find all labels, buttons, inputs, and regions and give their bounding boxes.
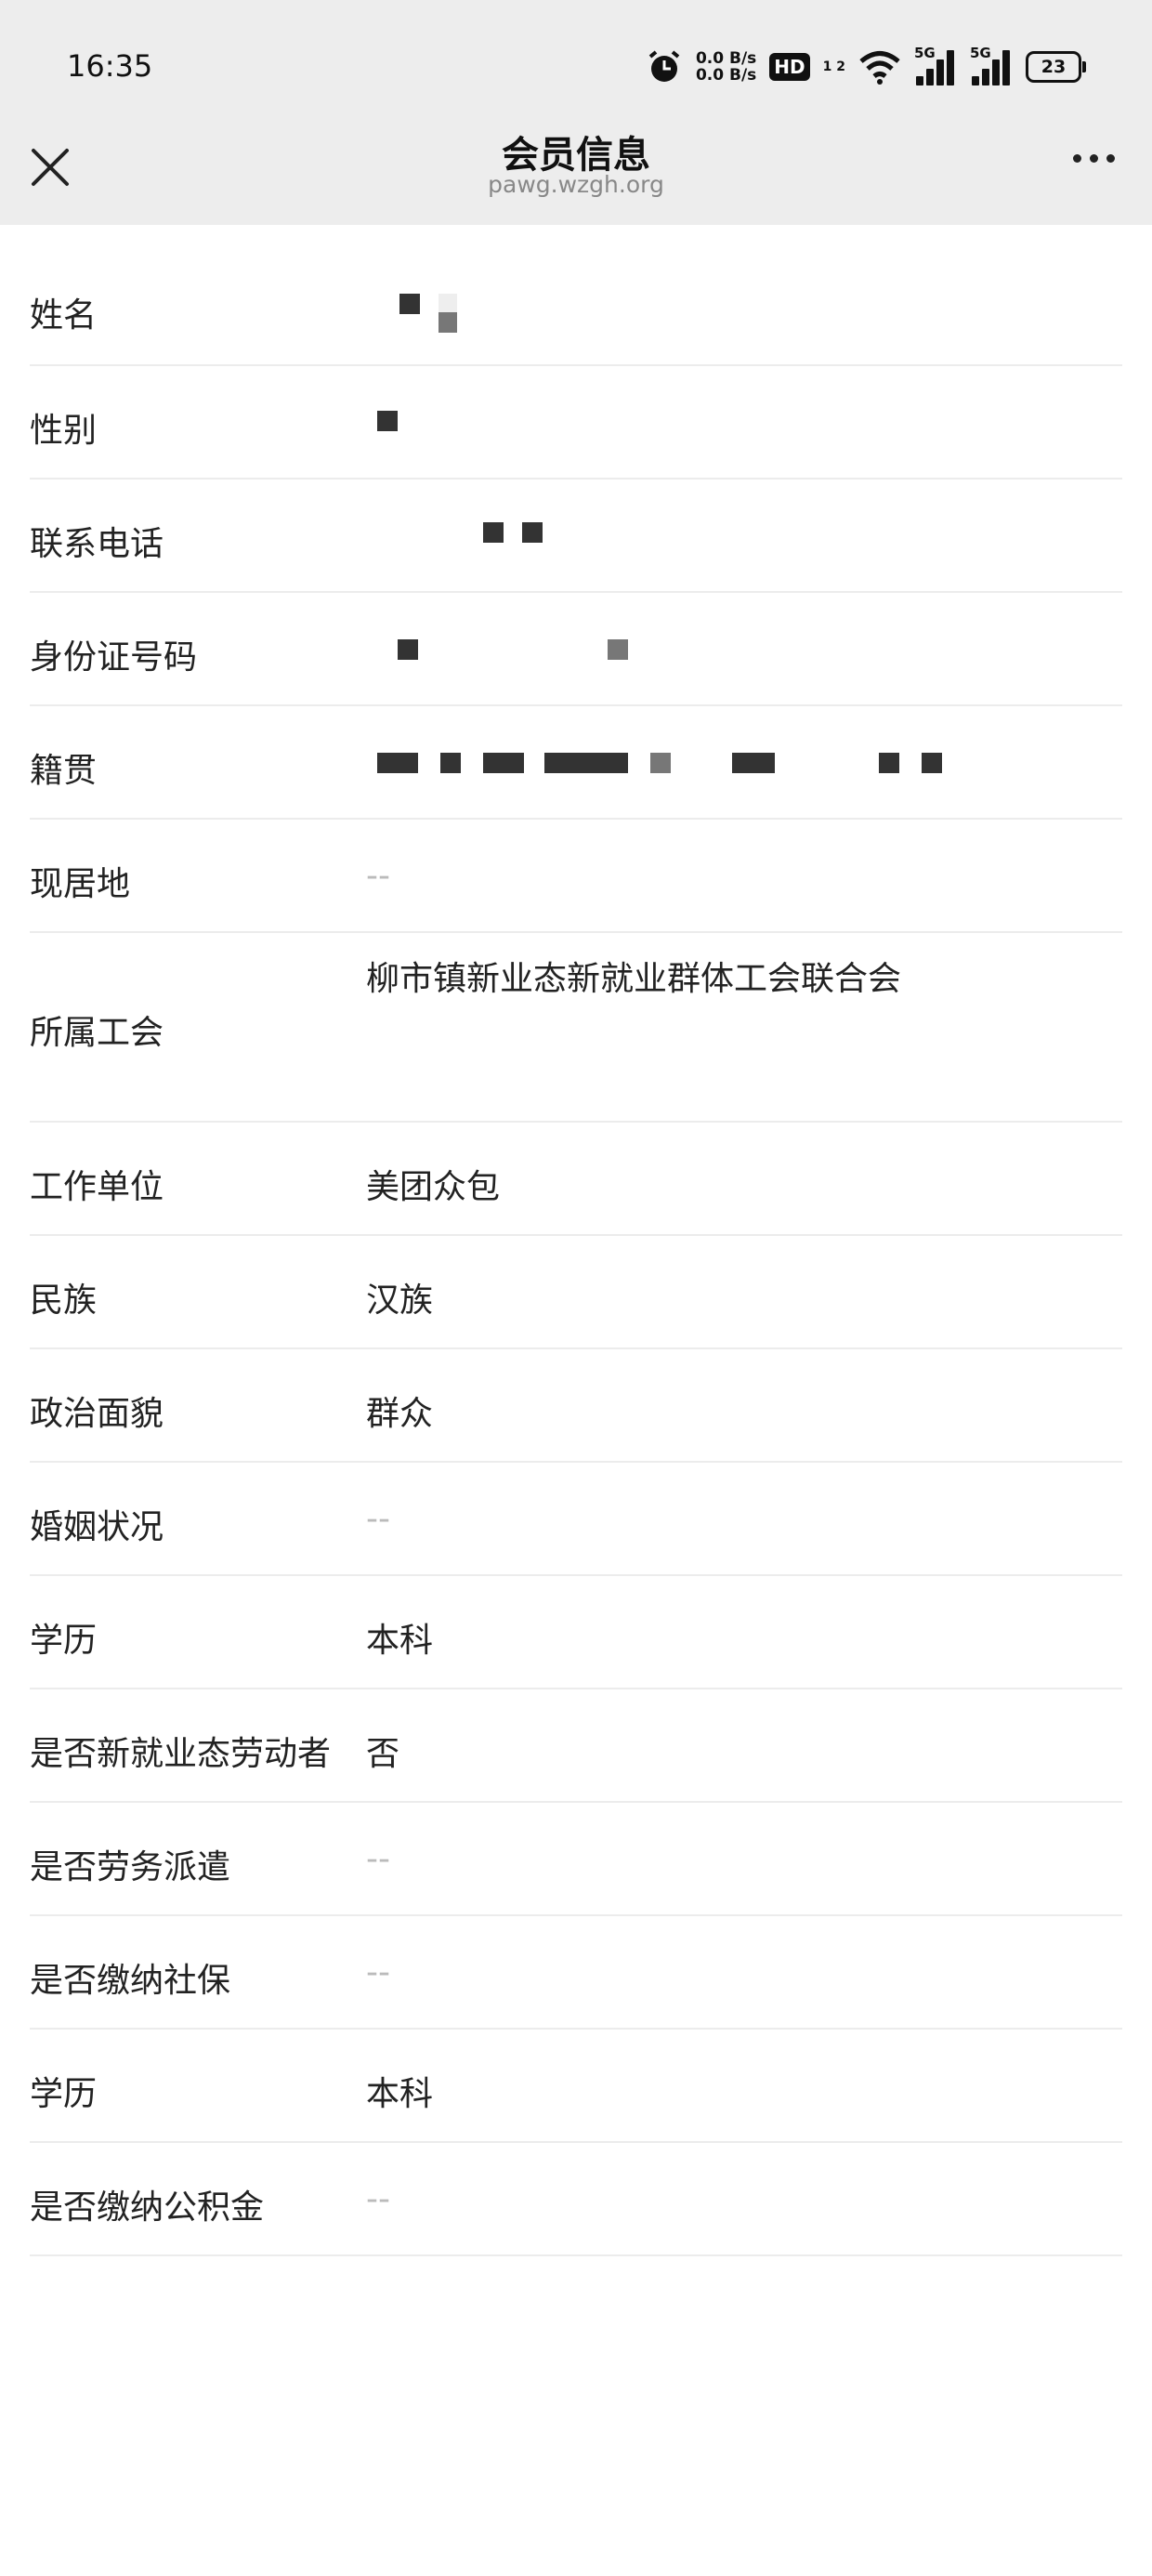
row-housing-fund: 是否缴纳公积金 -- [30, 2143, 1122, 2256]
signal-icon-2: 5G [970, 45, 1013, 85]
row-value: 美团众包 [366, 1168, 501, 1206]
net-speed: 0.0 B/s 0.0 B/s [696, 50, 756, 84]
row-native-place: 籍贯 [30, 706, 1122, 820]
row-label: 政治面貌 [30, 1395, 164, 1433]
row-label: 身份证号码 [30, 638, 198, 677]
more-dot [1090, 154, 1098, 163]
wifi-icon [859, 51, 900, 85]
battery-level: 23 [1041, 57, 1067, 77]
row-label: 所属工会 [30, 1014, 164, 1052]
row-name: 姓名 [30, 225, 1122, 366]
status-icons: 0.0 B/s 0.0 B/s HD 1 2 5G 5G 23 [646, 45, 1086, 89]
row-id-number: 身份证号码 [30, 593, 1122, 706]
row-education: 学历 本科 [30, 1576, 1122, 1689]
page-url: pawg.wzgh.org [488, 171, 664, 198]
row-label: 联系电话 [30, 525, 164, 563]
row-label: 籍贯 [30, 752, 98, 790]
row-value: -- [366, 1500, 390, 1538]
row-value: -- [366, 857, 390, 895]
row-ethnicity: 民族 汉族 [30, 1236, 1122, 1349]
row-value: 否 [366, 1735, 400, 1773]
net-speed-up: 0.0 B/s [695, 49, 757, 68]
row-employer: 工作单位 美团众包 [30, 1123, 1122, 1236]
row-label: 是否新就业态劳动者 [30, 1735, 332, 1773]
row-value: 本科 [366, 1622, 434, 1660]
net-speed-down: 0.0 B/s [695, 66, 757, 85]
row-social-insurance: 是否缴纳社保 -- [30, 1916, 1122, 2030]
row-political-status: 政治面貌 群众 [30, 1349, 1122, 1463]
row-value: 汉族 [366, 1281, 434, 1320]
row-label: 婚姻状况 [30, 1508, 164, 1546]
row-value: -- [366, 1840, 390, 1878]
hd-sub: 1 2 [822, 59, 845, 74]
row-gender: 性别 [30, 366, 1122, 480]
row-label: 工作单位 [30, 1168, 164, 1206]
row-label: 现居地 [30, 865, 131, 903]
row-value: -- [366, 1953, 390, 1991]
row-education-2: 学历 本科 [30, 2030, 1122, 2143]
row-residence: 现居地 -- [30, 820, 1122, 933]
row-label: 性别 [30, 412, 98, 450]
row-union: 所属工会 柳市镇新业态新就业群体工会联合会 [30, 933, 1122, 1123]
alarm-icon [648, 50, 680, 82]
signal-icon-1: 5G [914, 45, 957, 85]
more-dot [1073, 154, 1081, 163]
status-time: 16:35 [67, 48, 153, 84]
signal-label-2: 5G [970, 45, 991, 61]
more-dot [1106, 154, 1115, 163]
more-icon[interactable] [1073, 154, 1115, 163]
row-value: 本科 [366, 2075, 434, 2113]
row-labor-dispatch: 是否劳务派遣 -- [30, 1803, 1122, 1916]
row-label: 姓名 [30, 296, 98, 335]
row-label: 学历 [30, 2075, 98, 2113]
row-marital-status: 婚姻状况 -- [30, 1463, 1122, 1576]
signal-label-1: 5G [914, 45, 936, 61]
row-label: 学历 [30, 1622, 98, 1660]
row-value: 柳市镇新业态新就业群体工会联合会 [366, 960, 902, 998]
status-bar: 16:35 0.0 B/s 0.0 B/s HD 1 2 5G 5G 23 [0, 0, 1152, 130]
row-new-employment: 是否新就业态劳动者 否 [30, 1689, 1122, 1803]
row-value: 群众 [366, 1395, 434, 1433]
row-label: 是否缴纳公积金 [30, 2188, 265, 2227]
nav-bar: 会员信息 pawg.wzgh.org [0, 130, 1152, 225]
battery-icon: 23 [1026, 51, 1086, 83]
row-label: 是否缴纳社保 [30, 1962, 231, 2000]
row-label: 是否劳务派遣 [30, 1848, 231, 1886]
row-label: 民族 [30, 1281, 98, 1320]
hd-badge: HD [769, 53, 810, 81]
row-value: -- [366, 2180, 390, 2218]
row-phone: 联系电话 [30, 480, 1122, 593]
